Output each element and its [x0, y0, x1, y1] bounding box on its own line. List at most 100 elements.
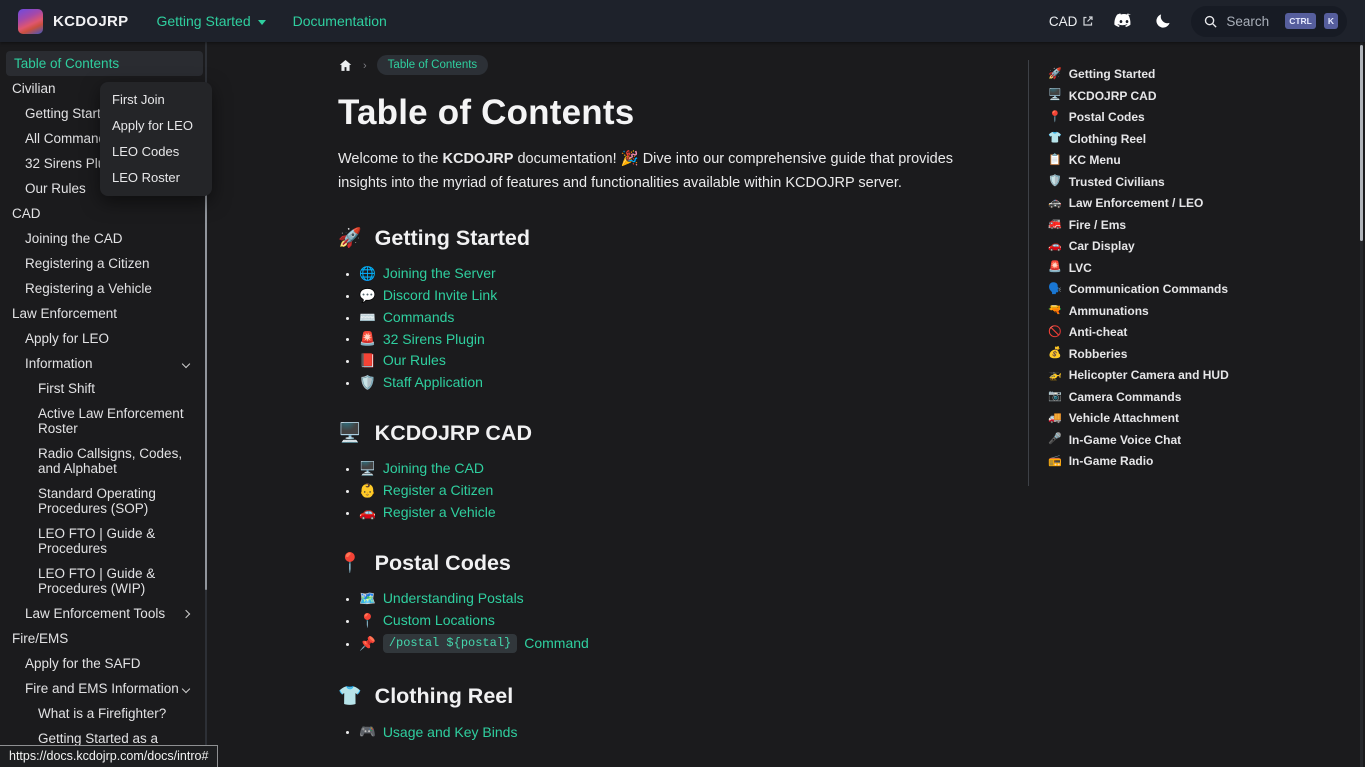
sidebar-item-joining-the-cad[interactable]: Joining the CAD — [0, 226, 203, 251]
home-icon[interactable] — [338, 58, 353, 73]
doc-link-32-sirens-plugin[interactable]: 🚨32 Sirens Plugin — [359, 332, 485, 347]
toc-link-camera-commands[interactable]: 📷Camera Commands — [1048, 390, 1344, 404]
section-title: Clothing Reel — [375, 684, 514, 709]
toc-link-in-game-radio[interactable]: 📻In-Game Radio — [1048, 454, 1344, 468]
doc-link-commands[interactable]: ⌨️Commands — [359, 310, 454, 325]
sidebar-item-label: Law Enforcement — [12, 306, 117, 321]
toc-link-in-game-voice-chat[interactable]: 🎤In-Game Voice Chat — [1048, 433, 1344, 447]
helicopter-icon: 🚁 — [1048, 370, 1062, 381]
toc-link-label: KC Menu — [1069, 153, 1121, 167]
cad-external-link[interactable]: CAD — [1049, 14, 1095, 29]
sidebar-item-apply-for-leo[interactable]: Apply for LEO — [0, 326, 203, 351]
sidebar-item-apply-for-the-safd[interactable]: Apply for the SAFD — [0, 651, 203, 676]
doc-link-register-a-vehicle[interactable]: 🚗 Register a Vehicle — [359, 505, 496, 520]
section-postal-codes: 📍Postal Codes🗺️Understanding Postals📍Cus… — [338, 551, 1006, 654]
sidebar-item-what-is-a-firefighter[interactable]: What is a Firefighter? — [0, 701, 203, 726]
microphone-icon: 🎤 — [1048, 434, 1062, 445]
doc-link-label: Command — [524, 636, 589, 651]
dropdown-item-leo-codes[interactable]: LEO Codes — [100, 139, 212, 165]
toc-link-label: Camera Commands — [1069, 390, 1182, 404]
sidebar-item-label: Civilian — [12, 81, 56, 96]
sidebar-item-leo-fto-guide-procedures[interactable]: LEO FTO | Guide & Procedures — [0, 521, 203, 561]
doc-link-register-a-citizen[interactable]: 👶Register a Citizen — [359, 483, 493, 498]
toc-link-lvc[interactable]: 🚨LVC — [1048, 261, 1344, 275]
toc-link-fire-ems[interactable]: 🚒Fire / Ems — [1048, 218, 1344, 232]
toc-link-label: Law Enforcement / LEO — [1069, 196, 1204, 210]
sidebar-item-label: Apply for LEO — [25, 331, 109, 346]
dark-mode-toggle-moon-icon[interactable] — [1154, 12, 1172, 30]
sidebar-item-fire-and-ems-information[interactable]: Fire and EMS Information — [0, 676, 203, 701]
sidebar-item-radio-callsigns-codes-and-alphabet[interactable]: Radio Callsigns, Codes, and Alphabet — [0, 441, 203, 481]
list-item: 📌/postal ${postal}Command — [359, 634, 1006, 653]
toc-link-clothing-reel[interactable]: 👕Clothing Reel — [1048, 132, 1344, 146]
sidebar-item-registering-a-vehicle[interactable]: Registering a Vehicle — [0, 276, 203, 301]
page-title: Table of Contents — [338, 93, 1006, 133]
sidebar-item-cad[interactable]: CAD — [0, 201, 203, 226]
toc-link-robberies[interactable]: 💰Robberies — [1048, 347, 1344, 361]
game-controller-icon: 🎮 — [359, 725, 376, 739]
sidebar-item-standard-operating-procedures-sop[interactable]: Standard Operating Procedures (SOP) — [0, 481, 203, 521]
sidebar-item-label: Apply for the SAFD — [25, 656, 141, 671]
toc-link-vehicle-attachment[interactable]: 🚚Vehicle Attachment — [1048, 411, 1344, 425]
sidebar-item-label: LEO FTO | Guide & Procedures — [38, 526, 193, 556]
toc-link-trusted-civilians[interactable]: 🛡️Trusted Civilians — [1048, 175, 1344, 189]
doc-link-command[interactable]: 📌/postal ${postal}Command — [359, 634, 589, 653]
doc-link-joining-the-server[interactable]: 🌐Joining the Server — [359, 266, 496, 281]
doc-link-discord-invite-link[interactable]: 💬Discord Invite Link — [359, 288, 497, 303]
nav-link-documentation[interactable]: Documentation — [293, 13, 387, 29]
toc-link-label: In-Game Radio — [1069, 454, 1154, 468]
round-pushpin-icon: 📍 — [359, 614, 376, 628]
dropdown-item-apply-for-leo[interactable]: Apply for LEO — [100, 113, 212, 139]
external-link-icon — [1082, 15, 1094, 27]
toc-link-getting-started[interactable]: 🚀Getting Started — [1048, 67, 1344, 81]
doc-link-our-rules[interactable]: 📕Our Rules — [359, 353, 446, 368]
doc-link-label: Register a Vehicle — [383, 505, 496, 520]
sidebar-item-first-shift[interactable]: First Shift — [0, 376, 203, 401]
desktop-computer-icon: 🖥️ — [359, 462, 376, 476]
sidebar-item-law-enforcement[interactable]: Law Enforcement — [0, 301, 203, 326]
toc-link-helicopter-camera-and-hud[interactable]: 🚁Helicopter Camera and HUD — [1048, 368, 1344, 382]
dropdown-item-first-join[interactable]: First Join — [100, 87, 212, 113]
toc-link-label: Car Display — [1069, 239, 1135, 253]
list-item: 💬Discord Invite Link — [359, 288, 1006, 303]
doc-link-custom-locations[interactable]: 📍Custom Locations — [359, 613, 495, 628]
doc-link-usage-and-key-binds[interactable]: 🎮Usage and Key Binds — [359, 725, 517, 740]
toc-link-kcdojrp-cad[interactable]: 🖥️KCDOJRP CAD — [1048, 89, 1344, 103]
toc-link-law-enforcement-leo[interactable]: 🚓Law Enforcement / LEO — [1048, 196, 1344, 210]
brand-title[interactable]: KCDOJRP — [53, 13, 128, 30]
toc-link-label: Trusted Civilians — [1069, 175, 1165, 189]
doc-link-staff-application[interactable]: 🛡️Staff Application — [359, 375, 483, 390]
toc-link-postal-codes[interactable]: 📍Postal Codes — [1048, 110, 1344, 124]
list-item: 📍Custom Locations — [359, 613, 1006, 628]
toc-link-kc-menu[interactable]: 📋KC Menu — [1048, 153, 1344, 167]
sidebar-item-active-law-enforcement-roster[interactable]: Active Law Enforcement Roster — [0, 401, 203, 441]
doc-link-understanding-postals[interactable]: 🗺️Understanding Postals — [359, 591, 524, 606]
dropdown-item-leo-roster[interactable]: LEO Roster — [100, 165, 212, 191]
sidebar-item-information[interactable]: Information — [0, 351, 203, 376]
sidebar-item-table-of-contents[interactable]: Table of Contents — [6, 51, 203, 76]
sidebar-item-leo-fto-guide-procedures-wip[interactable]: LEO FTO | Guide & Procedures (WIP) — [0, 561, 203, 601]
sidebar-scrollbar-thumb[interactable] — [205, 140, 207, 590]
search-input[interactable]: Search CTRL K — [1191, 6, 1347, 37]
toc-link-car-display[interactable]: 🚗Car Display — [1048, 239, 1344, 253]
world-map-icon: 🗺️ — [359, 592, 376, 606]
car-icon: 🚗 — [359, 506, 376, 520]
sidebar-item-fire-ems[interactable]: Fire/EMS — [0, 626, 203, 651]
page-scrollbar-thumb[interactable] — [1360, 45, 1363, 241]
doc-link-joining-the-cad[interactable]: 🖥️Joining the CAD — [359, 461, 484, 476]
discord-icon[interactable] — [1113, 13, 1135, 30]
breadcrumb-separator: › — [363, 60, 367, 72]
sidebar-item-law-enforcement-tools[interactable]: Law Enforcement Tools — [0, 601, 203, 626]
section-heading: 🖥️KCDOJRP CAD — [338, 421, 1006, 446]
brand-logo[interactable] — [18, 9, 43, 34]
nav-link-getting-started[interactable]: Getting Started — [156, 13, 265, 29]
toc-link-ammunations[interactable]: 🔫Ammunations — [1048, 304, 1344, 318]
sidebar-item-label: Law Enforcement Tools — [25, 606, 165, 621]
sidebar-item-registering-a-citizen[interactable]: Registering a Citizen — [0, 251, 203, 276]
list-item: 🎮Usage and Key Binds — [359, 724, 1006, 739]
toc-link-label: Clothing Reel — [1069, 132, 1146, 146]
section-link-list: 🎮Usage and Key Binds — [338, 724, 1006, 739]
toc-link-anti-cheat[interactable]: 🚫Anti-cheat — [1048, 325, 1344, 339]
toc-link-communication-commands[interactable]: 🗣️Communication Commands — [1048, 282, 1344, 296]
water-pistol-icon: 🔫 — [1048, 305, 1062, 316]
